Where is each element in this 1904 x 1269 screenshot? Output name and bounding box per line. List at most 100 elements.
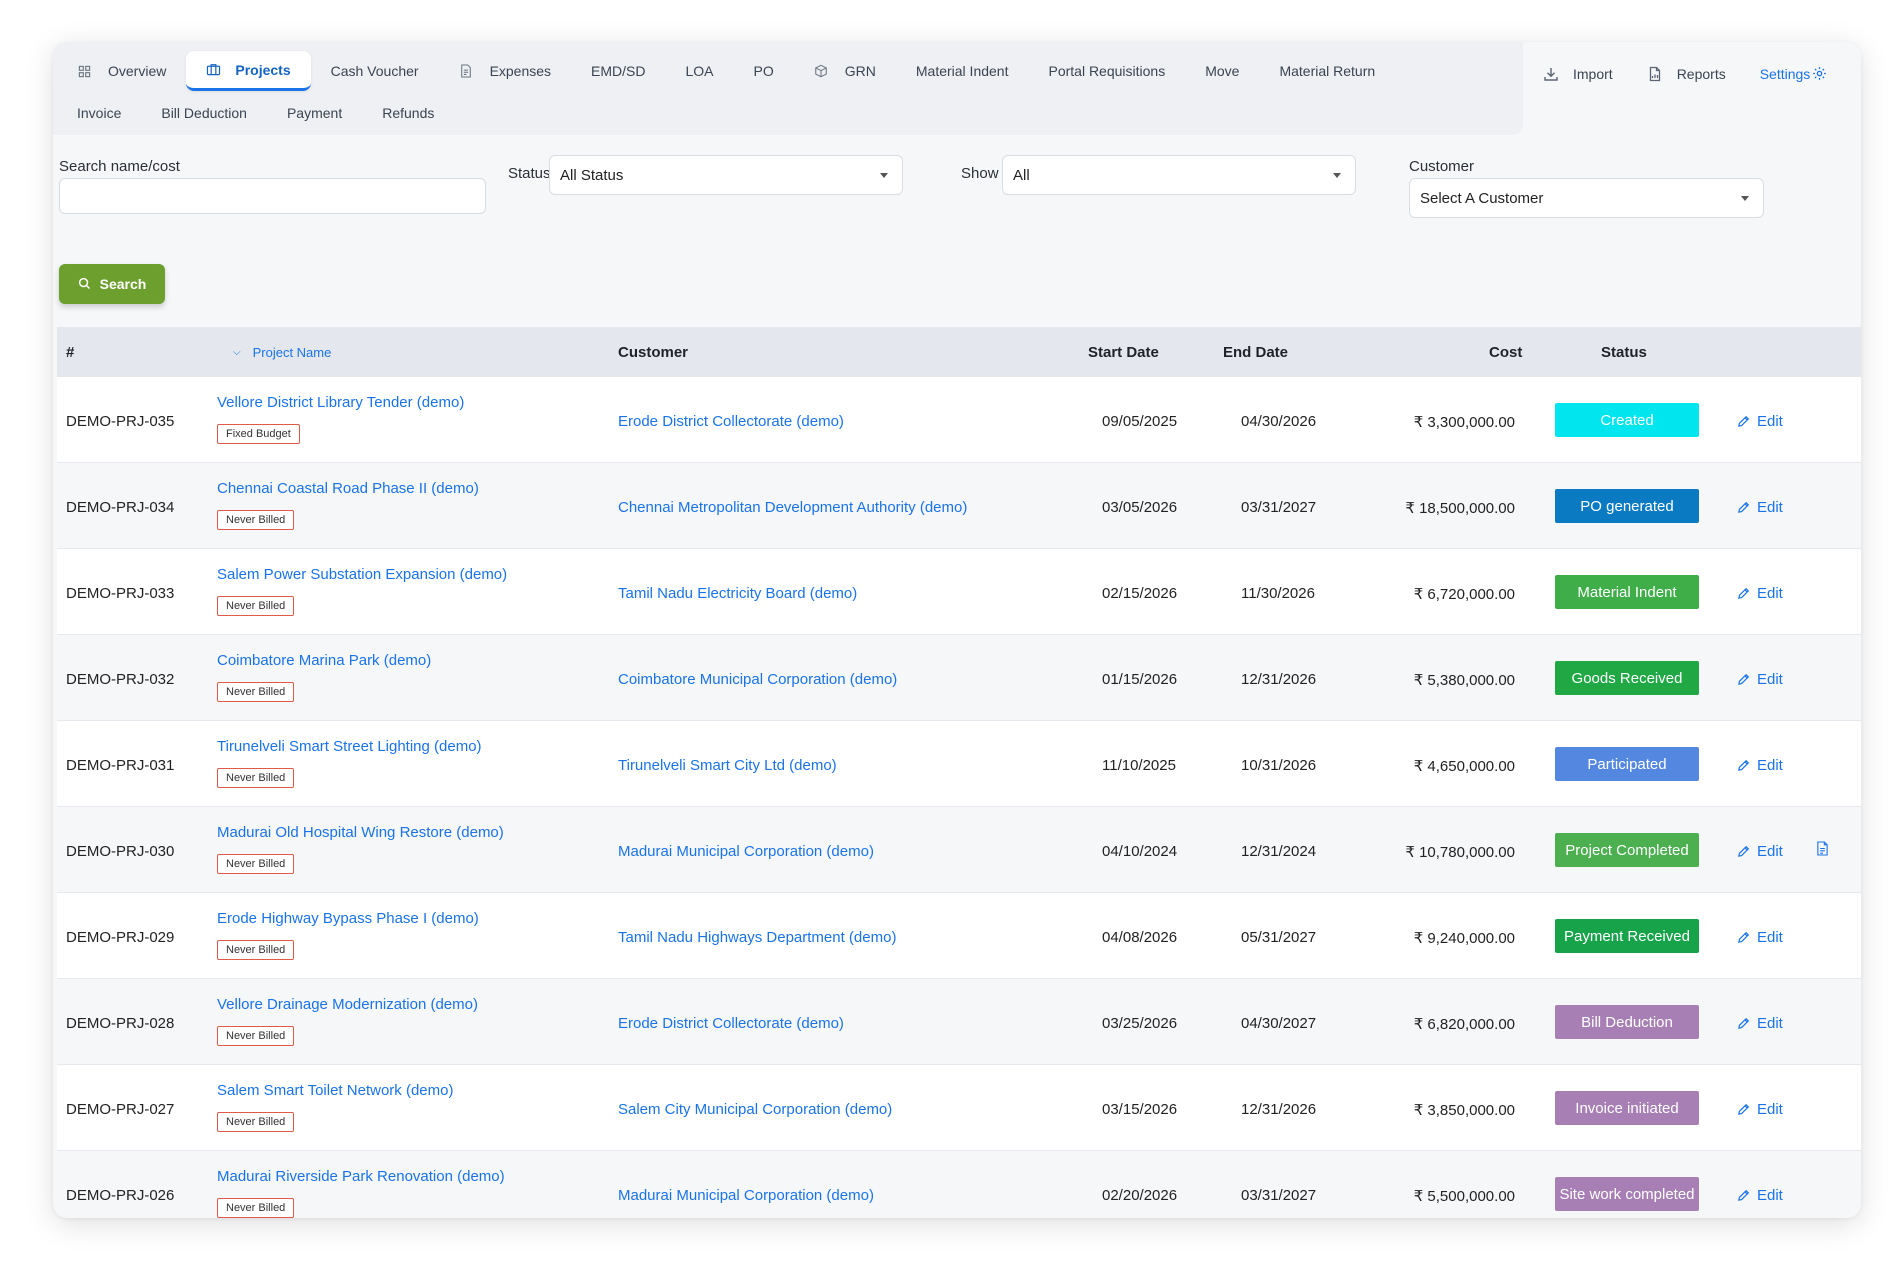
show-select-value: All (1013, 166, 1030, 184)
col-start-date[interactable]: Start Date (1088, 327, 1159, 377)
import-button[interactable]: Import (1543, 66, 1613, 82)
report-file-icon (1647, 66, 1663, 82)
tab-projects[interactable]: Projects (186, 51, 311, 91)
start-date: 04/10/2024 (1102, 843, 1178, 860)
status-badge: Payment Received (1555, 919, 1699, 953)
tab-portal-requisitions[interactable]: Portal Requisitions (1028, 51, 1185, 91)
reports-button[interactable]: Reports (1647, 66, 1726, 82)
edit-button[interactable]: Edit (1737, 757, 1783, 774)
customer-link[interactable]: Tamil Nadu Highways Department (demo) (618, 929, 896, 946)
customer-link[interactable]: Coimbatore Municipal Corporation (demo) (618, 671, 897, 688)
status-badge: Participated (1555, 747, 1699, 781)
customer-link[interactable]: Madurai Municipal Corporation (demo) (618, 843, 874, 860)
customer-select[interactable]: Select A Customer (1409, 178, 1764, 218)
billing-badge: Never Billed (217, 940, 295, 960)
project-id: DEMO-PRJ-026 (66, 1187, 175, 1204)
end-date: 04/30/2027 (1241, 1015, 1317, 1032)
tab-refunds[interactable]: Refunds (362, 93, 454, 133)
status-badge: Bill Deduction (1555, 1005, 1699, 1039)
project-id: DEMO-PRJ-031 (66, 757, 175, 774)
tab-cash-voucher[interactable]: Cash Voucher (311, 51, 439, 91)
project-name-link[interactable]: Vellore District Library Tender (demo) (217, 394, 464, 411)
tab-emd-sd[interactable]: EMD/SD (571, 51, 665, 91)
search-button-label: Search (99, 276, 147, 292)
tab-bill-deduction[interactable]: Bill Deduction (141, 93, 267, 133)
edit-button[interactable]: Edit (1737, 843, 1783, 860)
search-icon (78, 277, 92, 291)
search-button[interactable]: Search (59, 264, 165, 304)
edit-button[interactable]: Edit (1737, 671, 1783, 688)
customer-link[interactable]: Erode District Collectorate (demo) (618, 413, 844, 430)
project-id: DEMO-PRJ-027 (66, 1101, 175, 1118)
project-name-link[interactable]: Madurai Riverside Park Renovation (demo) (217, 1168, 505, 1185)
edit-button[interactable]: Edit (1737, 499, 1783, 516)
tab-move[interactable]: Move (1185, 51, 1259, 91)
pencil-icon (1737, 587, 1751, 601)
tab-label: Overview (108, 63, 167, 79)
document-icon (459, 64, 474, 79)
pencil-icon (1737, 845, 1751, 859)
edit-button[interactable]: Edit (1737, 413, 1783, 430)
col-end-date[interactable]: End Date (1223, 327, 1288, 377)
project-name-link[interactable]: Madurai Old Hospital Wing Restore (demo) (217, 824, 504, 841)
project-cost: ₹ 10,780,000.00 (1405, 844, 1515, 861)
tab-payment[interactable]: Payment (267, 93, 362, 133)
edit-label: Edit (1757, 1101, 1783, 1118)
chevron-down-icon (880, 173, 888, 178)
edit-button[interactable]: Edit (1737, 929, 1783, 946)
show-select[interactable]: All (1002, 155, 1356, 195)
col-project-name[interactable]: ⌵ Project Name (233, 327, 331, 377)
download-icon (1543, 66, 1559, 82)
project-name-link[interactable]: Salem Smart Toilet Network (demo) (217, 1082, 453, 1099)
grid-icon (77, 64, 92, 79)
start-date: 02/20/2026 (1102, 1187, 1178, 1204)
tab-grn[interactable]: GRN (794, 51, 896, 91)
tab-po[interactable]: PO (734, 51, 794, 91)
table-row: DEMO-PRJ-030 Madurai Old Hospital Wing Re… (57, 807, 1861, 893)
project-id: DEMO-PRJ-032 (66, 671, 175, 688)
edit-label: Edit (1757, 499, 1783, 516)
customer-link[interactable]: Salem City Municipal Corporation (demo) (618, 1101, 892, 1118)
customer-link[interactable]: Tamil Nadu Electricity Board (demo) (618, 585, 857, 602)
search-input[interactable] (59, 178, 486, 214)
tab-expenses[interactable]: Expenses (439, 51, 571, 91)
settings-button[interactable]: Settings (1760, 66, 1829, 82)
tab-overview[interactable]: Overview (57, 51, 186, 91)
billing-badge: Never Billed (217, 682, 295, 702)
edit-button[interactable]: Edit (1737, 1101, 1783, 1118)
import-label: Import (1573, 66, 1613, 82)
customer-link[interactable]: Tirunelveli Smart City Ltd (demo) (618, 757, 837, 774)
tab-material-indent[interactable]: Material Indent (896, 51, 1029, 91)
customer-link[interactable]: Chennai Metropolitan Development Authori… (618, 499, 967, 516)
edit-button[interactable]: Edit (1737, 1015, 1783, 1032)
table-header: # ⌵ Project Name Customer Start Date End… (57, 327, 1861, 377)
edit-button[interactable]: Edit (1737, 585, 1783, 602)
project-name-link[interactable]: Vellore Drainage Modernization (demo) (217, 996, 478, 1013)
project-name-link[interactable]: Salem Power Substation Expansion (demo) (217, 566, 507, 583)
tab-invoice[interactable]: Invoice (57, 93, 141, 133)
table-row: DEMO-PRJ-035 Vellore District Library Ten… (57, 377, 1861, 463)
end-date: 11/30/2026 (1241, 585, 1315, 602)
document-icon[interactable] (1816, 841, 1832, 859)
status-select[interactable]: All Status (549, 155, 903, 195)
gear-icon (1812, 66, 1828, 82)
edit-button[interactable]: Edit (1737, 1187, 1783, 1204)
col-cost[interactable]: Cost (1489, 327, 1522, 377)
customer-link[interactable]: Erode District Collectorate (demo) (618, 1015, 844, 1032)
project-name-link[interactable]: Erode Highway Bypass Phase I (demo) (217, 910, 479, 927)
tab-loa[interactable]: LOA (666, 51, 734, 91)
table-row: DEMO-PRJ-027 Salem Smart Toilet Network (… (57, 1065, 1861, 1151)
tab-material-return[interactable]: Material Return (1259, 51, 1395, 91)
col-status[interactable]: Status (1601, 327, 1647, 377)
col-customer[interactable]: Customer (618, 327, 688, 377)
tab-label: Projects (235, 61, 291, 78)
project-name-link[interactable]: Chennai Coastal Road Phase II (demo) (217, 480, 479, 497)
status-badge: PO generated (1555, 489, 1699, 523)
start-date: 03/15/2026 (1102, 1101, 1178, 1118)
customer-link[interactable]: Madurai Municipal Corporation (demo) (618, 1187, 874, 1204)
project-name-link[interactable]: Tirunelveli Smart Street Lighting (demo) (217, 738, 482, 755)
project-cost: ₹ 3,850,000.00 (1413, 1102, 1515, 1119)
customer-select-value: Select A Customer (1420, 189, 1544, 207)
project-name-link[interactable]: Coimbatore Marina Park (demo) (217, 652, 431, 669)
status-badge: Created (1555, 403, 1699, 437)
